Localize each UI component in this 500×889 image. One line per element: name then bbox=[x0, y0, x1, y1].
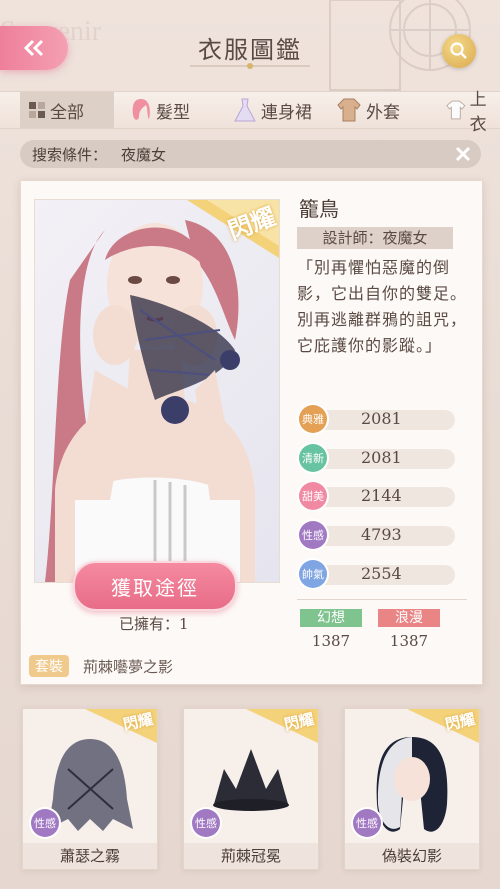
tab-top-label: 上衣 bbox=[469, 90, 487, 135]
item-card[interactable]: 閃耀 性感 偽裝幻影 bbox=[344, 708, 480, 870]
coat-icon bbox=[337, 98, 361, 122]
item-card-name: 偽裝幻影 bbox=[345, 843, 479, 869]
stat-row-sexy: 性感 4793 bbox=[299, 521, 455, 549]
item-style-tag: 性感 bbox=[192, 809, 220, 837]
stat-sexy-icon: 性感 bbox=[299, 521, 327, 549]
tab-hair[interactable]: 髮型 bbox=[130, 92, 190, 128]
stat-row-sweet: 甜美 2144 bbox=[299, 482, 455, 510]
item-card-name: 荊棘冠冕 bbox=[184, 843, 318, 869]
filter-label: 搜索條件： bbox=[32, 145, 108, 164]
item-card-name: 蕭瑟之霧 bbox=[23, 843, 157, 869]
stat-row-fresh: 清新 2081 bbox=[299, 444, 455, 472]
tab-dress[interactable]: 連身裙 bbox=[233, 92, 312, 128]
item-detail-card: 閃耀 獲取途徑 已擁有：1 套裝 荊棘囈夢之影 籠鳥 設計師：夜魔女 「別再懼怕… bbox=[20, 180, 483, 685]
attr-romantic-value: 1387 bbox=[389, 632, 429, 650]
tab-top[interactable]: 上衣 bbox=[446, 90, 500, 135]
filter-value: 夜魔女 bbox=[121, 145, 167, 164]
item-description: 「別再懼怕惡魔的倒影，它出自你的雙足。別再逃離群鴉的詛咒，它庇護你的影蹤。」 bbox=[297, 258, 468, 355]
tab-all-label: 全部 bbox=[50, 102, 84, 123]
shirt-icon bbox=[446, 100, 466, 120]
suit-name[interactable]: 荊棘囈夢之影 bbox=[83, 656, 173, 677]
stat-sweet-value: 2144 bbox=[361, 486, 402, 505]
page-title: 衣服圖鑑 bbox=[198, 36, 302, 64]
tab-coat-label: 外套 bbox=[366, 102, 400, 123]
stat-fresh-icon: 清新 bbox=[299, 444, 327, 472]
clear-filter-icon[interactable] bbox=[453, 144, 473, 164]
stat-sweet-icon: 甜美 bbox=[299, 482, 327, 510]
attr-fantasy-value: 1387 bbox=[311, 632, 351, 650]
divider bbox=[297, 599, 467, 600]
stat-fresh-value: 2081 bbox=[361, 448, 402, 467]
title-ornament bbox=[190, 63, 310, 69]
item-style-tag: 性感 bbox=[353, 809, 381, 837]
tab-dress-label: 連身裙 bbox=[261, 102, 312, 123]
item-name: 籠鳥 bbox=[299, 197, 339, 221]
stat-elegant-value: 2081 bbox=[361, 409, 402, 428]
get-method-button[interactable]: 獲取途徑 bbox=[73, 561, 237, 611]
search-filter-bar: 搜索條件： 夜魔女 bbox=[20, 140, 481, 168]
category-tabs: 全部 髮型 連身裙 外套 上衣 bbox=[0, 90, 500, 135]
item-card[interactable]: 閃耀 性感 荊棘冠冕 bbox=[183, 708, 319, 870]
item-portrait: 閃耀 bbox=[34, 199, 280, 583]
stat-cool-value: 2554 bbox=[361, 564, 402, 583]
tab-coat[interactable]: 外套 bbox=[336, 92, 400, 128]
owned-count: 已擁有：1 bbox=[119, 615, 189, 633]
stat-cool-icon: 帥氣 bbox=[299, 560, 327, 588]
stat-elegant-icon: 典雅 bbox=[299, 405, 327, 433]
tab-hair-label: 髮型 bbox=[156, 102, 190, 123]
stat-sexy-value: 4793 bbox=[361, 525, 402, 544]
magnifier-icon bbox=[450, 42, 467, 59]
hair-icon bbox=[132, 99, 150, 120]
search-button[interactable] bbox=[442, 34, 476, 68]
stat-row-elegant: 典雅 2081 bbox=[299, 405, 455, 433]
item-style-tag: 性感 bbox=[31, 809, 59, 837]
designer-label: 設計師：夜魔女 bbox=[297, 227, 453, 249]
suit-tag: 套裝 bbox=[29, 655, 69, 677]
grid-icon bbox=[29, 102, 45, 118]
dress-icon bbox=[234, 98, 256, 122]
attr-romantic-tag: 浪漫 bbox=[378, 609, 440, 627]
attr-fantasy-tag: 幻想 bbox=[300, 609, 362, 627]
item-card[interactable]: 閃耀 性感 蕭瑟之霧 bbox=[22, 708, 158, 870]
stat-row-cool: 帥氣 2554 bbox=[299, 560, 455, 588]
tab-all[interactable]: 全部 bbox=[20, 92, 114, 128]
